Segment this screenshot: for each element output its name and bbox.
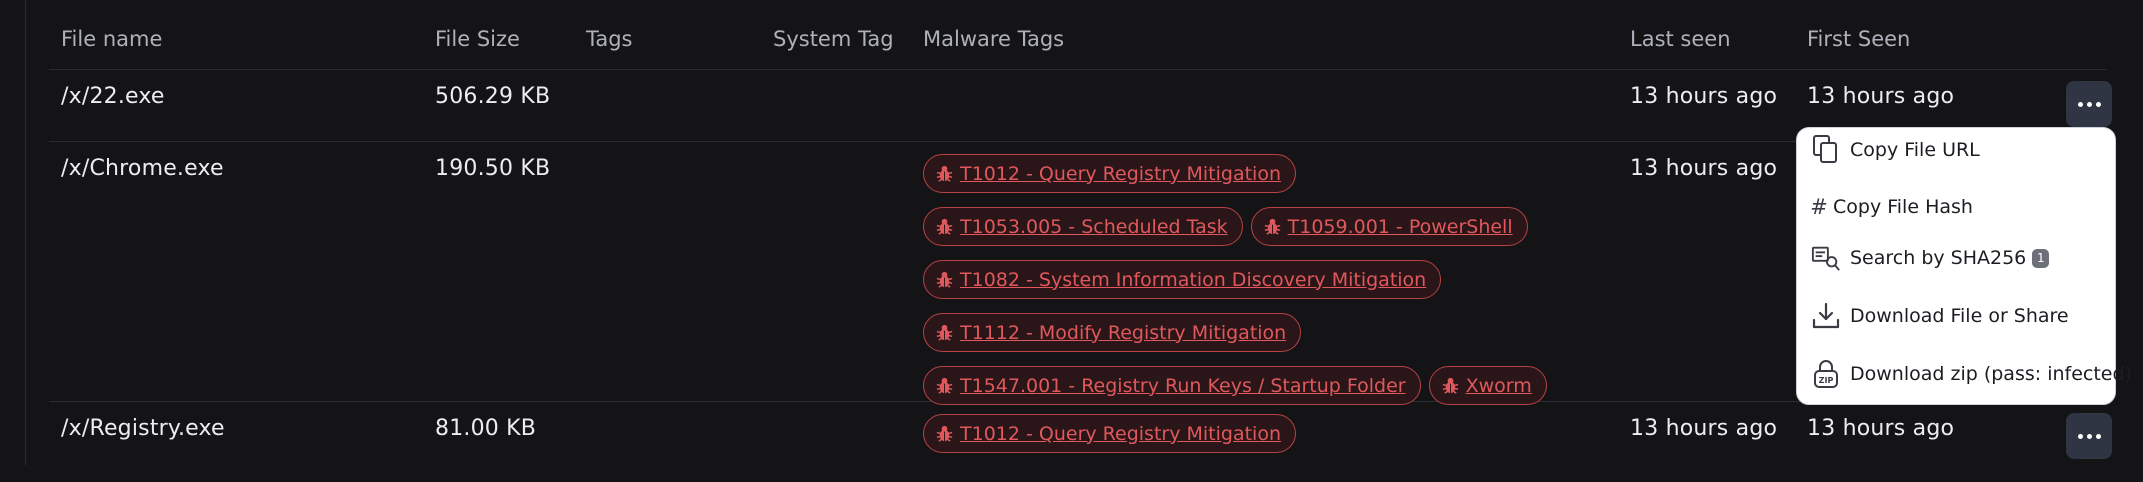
malware-tags: T1012 - Query Registry Mitigation T1053.… <box>923 154 1683 405</box>
malware-tag-label: T1012 - Query Registry Mitigation <box>960 422 1281 445</box>
bug-icon <box>935 424 954 443</box>
bug-icon <box>935 376 954 395</box>
malware-tag[interactable]: T1012 - Query Registry Mitigation <box>923 154 1296 193</box>
malware-tag[interactable]: T1547.001 - Registry Run Keys / Startup … <box>923 366 1421 405</box>
col-file-name[interactable]: File name <box>61 27 162 51</box>
menu-item-label: Copy File URL <box>1850 139 1980 161</box>
malware-tag[interactable]: T1059.001 - PowerShell <box>1250 207 1528 246</box>
menu-item-label: Search by SHA256 <box>1850 247 2027 269</box>
copy-icon <box>1811 135 1841 165</box>
dot-icon <box>2077 433 2083 439</box>
last-seen: 13 hours ago <box>1630 416 1778 441</box>
col-last-seen[interactable]: Last seen <box>1630 27 1731 51</box>
last-seen: 13 hours ago <box>1630 84 1778 109</box>
bug-icon <box>935 164 954 183</box>
bug-icon <box>935 270 954 289</box>
malware-tag-label: T1082 - System Information Discovery Mit… <box>960 268 1427 291</box>
file-name[interactable]: /x/Chrome.exe <box>61 156 224 181</box>
malware-tags: T1012 - Query Registry Mitigation <box>923 414 1683 453</box>
col-tags[interactable]: Tags <box>586 27 633 51</box>
file-size: 190.50 KB <box>435 156 551 181</box>
col-malware-tags[interactable]: Malware Tags <box>923 27 1064 51</box>
malware-tag-label: T1547.001 - Registry Run Keys / Startup … <box>960 374 1406 397</box>
menu-search-sha256[interactable]: Search by SHA256 1 <box>1811 243 2050 273</box>
bug-icon <box>935 323 954 342</box>
menu-copy-file-hash[interactable]: # Copy File Hash <box>1810 192 1973 222</box>
bug-icon <box>1441 376 1460 395</box>
hash-icon: # <box>1810 195 1828 219</box>
menu-download-zip[interactable]: ZIP Download zip (pass: infected) <box>1811 359 2132 389</box>
left-border <box>25 0 26 465</box>
malware-tag-label: T1012 - Query Registry Mitigation <box>960 162 1281 185</box>
table-row: /x/Registry.exe 81.00 KB T1012 - Query R… <box>49 402 2112 482</box>
row-actions-button[interactable] <box>2066 81 2112 127</box>
malware-tag[interactable]: T1082 - System Information Discovery Mit… <box>923 260 1442 299</box>
menu-item-label: Copy File Hash <box>1833 196 1973 218</box>
dot-icon <box>2095 101 2101 107</box>
malware-tag-label: T1112 - Modify Registry Mitigation <box>960 321 1287 344</box>
search-hash-icon <box>1811 243 1841 273</box>
malware-tag[interactable]: T1012 - Query Registry Mitigation <box>923 414 1296 453</box>
first-seen: 13 hours ago <box>1807 416 1955 441</box>
malware-tag[interactable]: T1112 - Modify Registry Mitigation <box>923 313 1302 352</box>
menu-download-file[interactable]: Download File or Share <box>1811 301 2069 331</box>
result-count-badge: 1 <box>2032 248 2050 268</box>
file-size: 506.29 KB <box>435 84 551 109</box>
malware-tag-label: T1059.001 - PowerShell <box>1287 215 1513 238</box>
last-seen: 13 hours ago <box>1630 156 1778 181</box>
first-seen: 13 hours ago <box>1807 84 1955 109</box>
col-file-size[interactable]: File Size <box>435 27 520 51</box>
malware-tag[interactable]: T1053.005 - Scheduled Task <box>923 207 1243 246</box>
dot-icon <box>2086 101 2092 107</box>
svg-text:ZIP: ZIP <box>1819 376 1834 385</box>
file-name[interactable]: /x/Registry.exe <box>61 416 225 441</box>
col-system-tag[interactable]: System Tag <box>773 27 894 51</box>
menu-item-label: Download File or Share <box>1850 305 2069 327</box>
file-size: 81.00 KB <box>435 416 537 441</box>
zip-lock-icon: ZIP <box>1811 359 1841 389</box>
download-icon <box>1811 301 1841 331</box>
row-actions-button[interactable] <box>2066 413 2112 459</box>
file-name[interactable]: /x/22.exe <box>61 84 165 109</box>
actions-menu: Copy File URL # Copy File Hash Search by… <box>1796 127 2132 405</box>
table-header: File name File Size Tags System Tag Malw… <box>49 0 2107 70</box>
dot-icon <box>2086 433 2092 439</box>
malware-tag-label: T1053.005 - Scheduled Task <box>960 215 1228 238</box>
bug-icon <box>935 217 954 236</box>
malware-tag[interactable]: Xworm <box>1428 366 1547 405</box>
bug-icon <box>1263 217 1282 236</box>
col-first-seen[interactable]: First Seen <box>1807 27 1910 51</box>
dot-icon <box>2077 101 2083 107</box>
menu-copy-file-url[interactable]: Copy File URL <box>1811 135 1980 165</box>
malware-tag-label: Xworm <box>1465 374 1532 397</box>
menu-item-label: Download zip (pass: infected) <box>1850 363 2132 385</box>
dot-icon <box>2095 433 2101 439</box>
